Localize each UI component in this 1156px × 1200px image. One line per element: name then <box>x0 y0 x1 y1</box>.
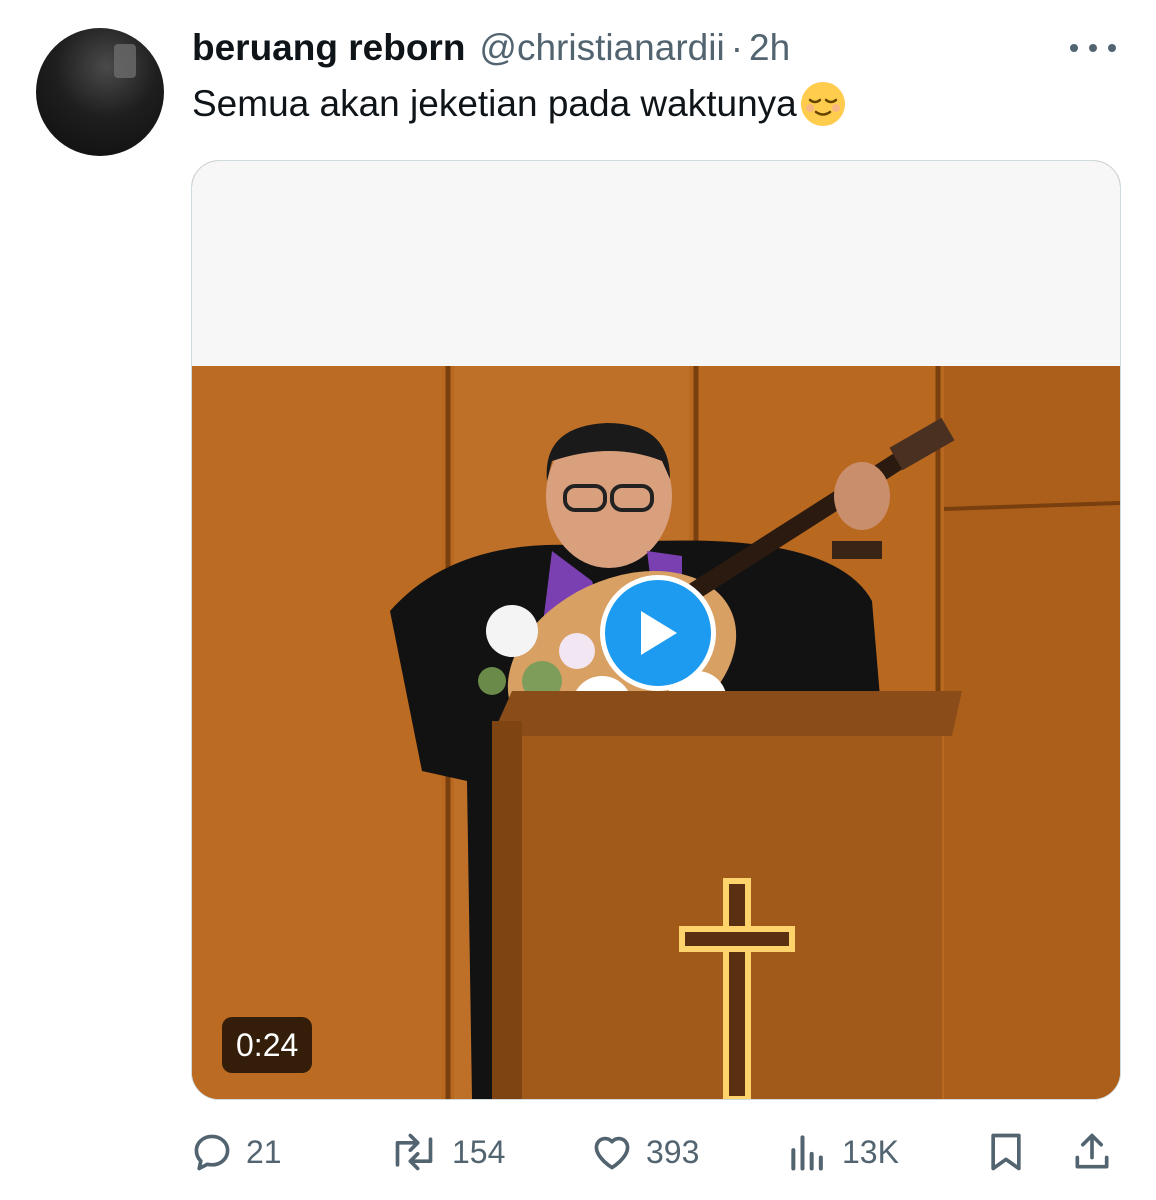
bookmark-button[interactable] <box>984 1124 1028 1180</box>
view-count: 13K <box>842 1133 899 1170</box>
repost-button[interactable]: 154 <box>388 1124 505 1180</box>
avatar[interactable] <box>36 28 164 156</box>
reply-icon <box>194 1134 230 1171</box>
heart-icon <box>594 1136 630 1170</box>
timestamp[interactable]: 2h <box>749 27 790 69</box>
tweet-header: beruang reborn @christianardii · 2h <box>192 24 1116 72</box>
play-button[interactable] <box>600 575 716 691</box>
avatar-photo-detail <box>114 44 136 78</box>
user-handle[interactable]: @christianardii <box>479 27 724 69</box>
repost-icon <box>395 1133 433 1171</box>
bookmark-icon <box>991 1133 1021 1171</box>
tweet-text: Semua akan jeketian pada waktunya <box>192 80 847 128</box>
more-dot <box>1089 44 1097 52</box>
like-count: 393 <box>646 1133 700 1170</box>
repost-count: 154 <box>452 1133 506 1170</box>
more-dot <box>1070 44 1078 52</box>
video-duration: 0:24 <box>222 1017 313 1073</box>
share-icon <box>1075 1133 1109 1169</box>
video-player[interactable]: 0:24 <box>191 160 1121 1100</box>
separator-dot: · <box>730 27 744 68</box>
share-button[interactable] <box>1070 1124 1114 1180</box>
reply-button[interactable]: 21 <box>190 1124 282 1180</box>
reply-count: 21 <box>246 1133 282 1170</box>
more-dot <box>1108 44 1116 52</box>
tweet-actions: 21 154 393 13K <box>190 1124 1118 1180</box>
views-button[interactable]: 13K <box>786 1124 899 1180</box>
relieved-face-emoji <box>799 80 847 128</box>
more-options-icon[interactable] <box>1070 40 1116 56</box>
views-chart-icon <box>791 1135 823 1171</box>
display-name[interactable]: beruang reborn <box>192 27 465 69</box>
tweet-body: Semua akan jeketian pada waktunya <box>192 83 797 124</box>
play-icon <box>641 611 677 655</box>
like-button[interactable]: 393 <box>590 1124 699 1180</box>
